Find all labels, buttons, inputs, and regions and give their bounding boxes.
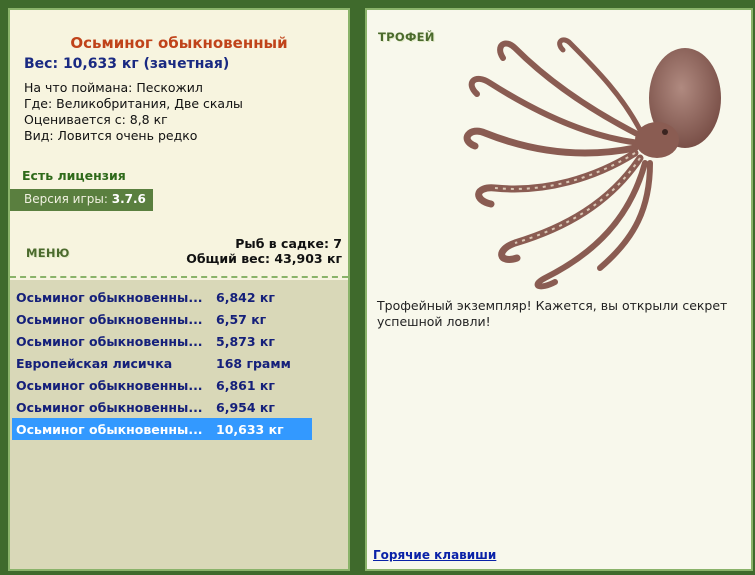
catch-list-area: Осьминог обыкновенны... 6,842 кг Осьминог … (10, 280, 348, 569)
catch-list-row[interactable]: Осьминог обыкновенны... 10,633 кг (12, 418, 312, 440)
bait-line: На что поймана: Пескожил (24, 80, 203, 95)
catch-fish-name: Европейская лисичка (16, 355, 173, 371)
catch-list-row[interactable]: Осьминог обыкновенны... 6,842 кг (12, 286, 312, 308)
catch-fish-weight: 6,842 кг (216, 289, 275, 305)
catch-fish-name: Осьминог обыкновенны... (16, 421, 203, 437)
fish-title: Осьминог обыкновенный (70, 34, 288, 52)
catch-list-row[interactable]: Осьминог обыкновенны... 6,954 кг (12, 396, 312, 418)
catch-fish-weight: 6,861 кг (216, 377, 275, 393)
catch-list-row[interactable]: Осьминог обыкновенны... 6,861 кг (12, 374, 312, 396)
location-line: Где: Великобритания, Две скалы (24, 96, 243, 111)
catch-fish-weight: 6,954 кг (216, 399, 275, 415)
catch-list: Осьминог обыкновенны... 6,842 кг Осьминог … (12, 286, 312, 440)
total-weight: Общий вес: 43,903 кг (186, 251, 342, 266)
version-label: Версия игры: (24, 192, 108, 206)
trophy-description: Трофейный экземпляр! Кажется, вы открыли… (377, 298, 728, 329)
catch-fish-weight: 6,57 кг (216, 311, 267, 327)
catch-fish-weight: 10,633 кг (216, 421, 284, 437)
trophy-panel: ТРОФЕЙ Трофейный экземпляр! Кажется, вы … (365, 8, 753, 571)
fish-info: На что поймана: Пескожил Где: Великобрит… (24, 80, 243, 144)
rarity-line: Вид: Ловится очень редко (24, 128, 198, 143)
catch-fish-weight: 168 грамм (216, 355, 291, 371)
keepnet-stats: Рыб в садке: 7 Общий вес: 43,903 кг (186, 236, 342, 266)
octopus-image (463, 37, 721, 290)
keepnet-count: Рыб в садке: 7 (235, 236, 342, 251)
menu-button[interactable]: МЕНЮ (26, 246, 70, 260)
fish-weight: Вес: 10,633 кг (зачетная) (24, 56, 230, 72)
catch-fish-name: Осьминог обыкновенны... (16, 377, 203, 393)
version-badge: Версия игры: 3.7.6 (10, 189, 153, 211)
license-status: Есть лицензия (22, 168, 126, 183)
catch-fish-name: Осьминог обыкновенны... (16, 333, 203, 349)
fish-info-panel: Осьминог обыкновенный Вес: 10,633 кг (за… (8, 8, 350, 571)
divider (10, 276, 348, 278)
version-value: 3.7.6 (111, 192, 146, 206)
catch-fish-name: Осьминог обыкновенны... (16, 311, 203, 327)
catch-list-row[interactable]: Осьминог обыкновенны... 5,873 кг (12, 330, 312, 352)
catch-fish-weight: 5,873 кг (216, 333, 275, 349)
catch-fish-name: Осьминог обыкновенны... (16, 289, 203, 305)
hotkeys-link[interactable]: Горячие клавиши (373, 548, 496, 562)
catch-list-row[interactable]: Европейская лисичка 168 грамм (12, 352, 312, 374)
catch-list-row[interactable]: Осьминог обыкновенны... 6,57 кг (12, 308, 312, 330)
value-line: Оценивается с: 8,8 кг (24, 112, 168, 127)
catch-fish-name: Осьминог обыкновенны... (16, 399, 203, 415)
